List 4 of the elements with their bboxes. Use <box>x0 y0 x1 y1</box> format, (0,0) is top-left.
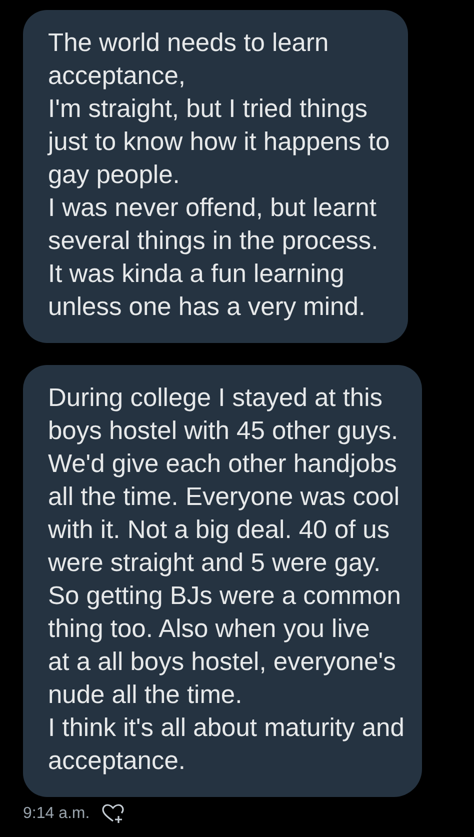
heart-plus-icon[interactable] <box>102 804 124 824</box>
message-text: The world needs to learn acceptance, I'm straight, but I tried things just to know how it happens to gay people. I was never offend, but learnt several things in the process. It was kinda a fun learning unless one has a very mind. <box>48 28 390 323</box>
timestamp: 9:14 a.m. <box>23 805 90 823</box>
message-text: During college I stayed at this boys hostel with 45 other guys. We'd give each other handjobs all the time. Everyone was cool with it. Not a big deal. 40 of us were straight and 5 were gay. So getting BJs were a common thing too. Also when you live at a all boys hostel, everyone's nude all the time. I think it's all about maturity and acceptance. <box>48 383 404 777</box>
